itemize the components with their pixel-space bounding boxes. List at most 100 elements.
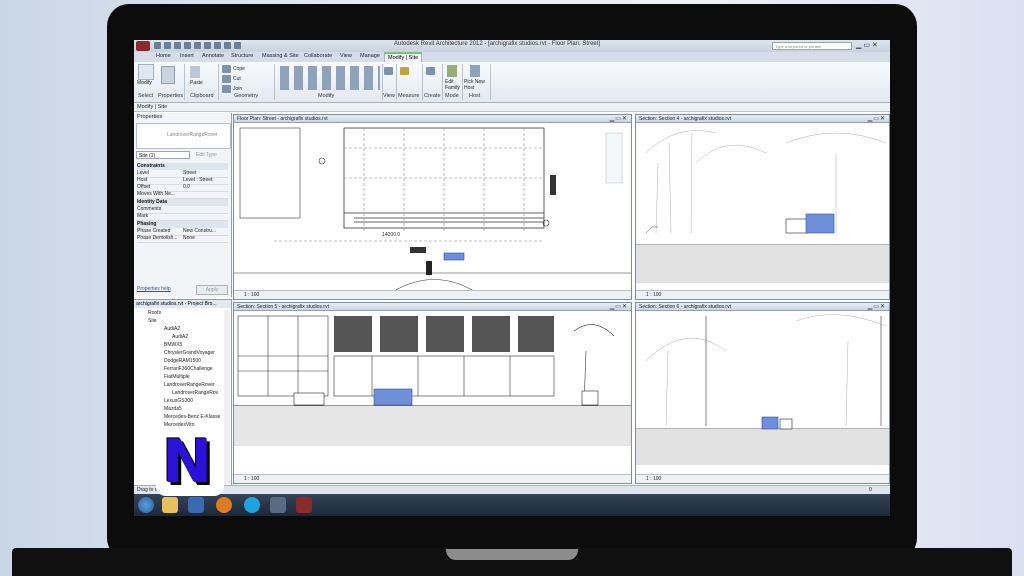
file-explorer-icon[interactable] (162, 497, 178, 513)
modify-tools-icons[interactable] (280, 66, 380, 90)
tab-home[interactable]: Home (156, 53, 171, 59)
save-icon[interactable] (164, 42, 171, 49)
edit-family-button[interactable]: Edit Family (445, 79, 461, 91)
edit-type-button[interactable]: Edit Type (196, 152, 217, 158)
panel-geometry: Geometry (234, 93, 259, 99)
list-item[interactable]: Mazda5 (164, 406, 182, 412)
measure-icon[interactable] (204, 42, 211, 49)
channel-logo-letter: N (162, 427, 213, 497)
list-item[interactable]: FerrariF360Challenge (164, 366, 213, 372)
list-item[interactable]: ChryslerGrandVoyager (164, 350, 215, 356)
join-button[interactable]: Join (233, 86, 242, 92)
group-identity-data[interactable]: Identity Data (137, 199, 228, 206)
cut-button[interactable]: Cut (233, 76, 241, 82)
view-icon[interactable] (384, 67, 393, 75)
panel-select: Select (138, 93, 154, 99)
join-icon[interactable] (222, 85, 231, 93)
list-item[interactable]: Roofs (148, 310, 161, 316)
tab-view[interactable]: View (340, 53, 352, 59)
modify-cursor-icon[interactable] (138, 64, 154, 80)
list-item[interactable]: AudiA2 (172, 334, 188, 340)
cope-button[interactable]: Cope (233, 66, 245, 72)
undo-icon[interactable] (174, 42, 181, 49)
prop-row[interactable]: Moves With Ne... (137, 191, 228, 199)
prop-row[interactable]: Mark (137, 213, 228, 221)
media-player-icon[interactable] (188, 497, 204, 513)
view-window-controls[interactable]: ▁▭✕ (868, 115, 886, 122)
list-item[interactable]: FiatMultiple (164, 374, 190, 380)
view-scale[interactable]: 1 : 100 (244, 292, 259, 298)
view-control-bar[interactable]: 1 : 100 (234, 290, 631, 299)
apply-button[interactable]: Apply (196, 285, 228, 295)
view-section-4[interactable]: Section: Section 4 - archigrafix studios… (635, 114, 890, 300)
browser-scrollbar[interactable] (224, 310, 230, 484)
tab-annotate[interactable]: Annotate (202, 53, 224, 59)
cope-icon[interactable] (222, 65, 231, 73)
list-item[interactable]: DodgeRAM1500 (164, 358, 201, 364)
properties-help-link[interactable]: Properties help (137, 286, 171, 292)
list-item[interactable]: LexusGS300 (164, 398, 193, 404)
view-control-bar[interactable]: 1 : 100 (234, 474, 631, 483)
tab-massing-site[interactable]: Massing & Site (262, 53, 299, 59)
modify-button[interactable]: Modify (137, 80, 152, 86)
instance-selector[interactable]: Site (1) (136, 151, 190, 159)
skype-icon[interactable] (244, 497, 260, 513)
firefox-icon[interactable] (216, 497, 232, 513)
list-item[interactable]: AudiA2 (164, 326, 180, 332)
panel-modify: Modify (318, 93, 335, 99)
view-section-6[interactable]: Section: Section 6 - archigrafix studios… (635, 302, 890, 484)
prop-row[interactable]: Phase Demolish... None (137, 235, 228, 243)
edit-family-icon[interactable] (447, 65, 457, 77)
start-button-icon[interactable] (138, 497, 154, 513)
paste-button[interactable]: Paste (190, 80, 203, 86)
window-controls[interactable]: ▁▭✕ (856, 41, 880, 49)
measure-tool-icon[interactable] (400, 67, 409, 75)
view-window-controls[interactable]: ▁▭✕ (868, 303, 886, 310)
view-scale[interactable]: 1 : 100 (244, 476, 259, 482)
list-item[interactable]: Site (148, 318, 157, 324)
divider (396, 64, 397, 100)
tab-insert[interactable]: Insert (180, 53, 194, 59)
3d-view-icon[interactable] (224, 42, 231, 49)
pick-new-host-icon[interactable] (470, 65, 480, 77)
type-selector[interactable]: LandroverRangeRover (136, 123, 231, 149)
taskbar (134, 494, 890, 516)
window-title: Autodesk Revit Architecture 2012 - [arch… (394, 41, 601, 47)
view-window-controls[interactable]: ▁▭✕ (610, 303, 628, 310)
list-item[interactable]: BMWX5 (164, 342, 182, 348)
section-icon[interactable] (234, 42, 241, 49)
list-item[interactable]: LandroverRangeRover (164, 382, 215, 388)
divider (184, 64, 185, 100)
view-control-bar[interactable]: 1 : 100 (636, 474, 889, 483)
redo-icon[interactable] (184, 42, 191, 49)
create-icon[interactable] (426, 67, 435, 75)
view-scale[interactable]: 1 : 100 (646, 476, 661, 482)
text-icon[interactable] (214, 42, 221, 49)
revit-icon[interactable] (296, 497, 312, 513)
view-floor-plan[interactable]: Floor Plan: Street - archigrafix studios… (233, 114, 632, 300)
list-item[interactable]: LandroverRangeRov (172, 390, 218, 396)
group-phasing[interactable]: Phasing (137, 221, 228, 228)
tab-manage[interactable]: Manage (360, 53, 380, 59)
list-item[interactable]: Mercedes-Benz E-Klasse (164, 414, 220, 420)
view-section-5[interactable]: Section: Section 5 - archigrafix studios… (233, 302, 632, 484)
view-scale[interactable]: 1 : 100 (646, 292, 661, 298)
view-window-controls[interactable]: ▁▭✕ (610, 115, 628, 122)
search-input[interactable]: Type a keyword or phrase (772, 42, 852, 50)
properties-icon[interactable] (161, 66, 175, 84)
application-menu-button[interactable] (136, 41, 150, 51)
tab-structure[interactable]: Structure (231, 53, 253, 59)
panel-mode: Mode (445, 93, 459, 99)
cut-icon[interactable] (222, 75, 231, 83)
pick-new-host-button[interactable]: Pick New Host (464, 79, 488, 91)
group-constraints[interactable]: Constraints (137, 163, 228, 170)
print-icon[interactable] (194, 42, 201, 49)
photo-viewer-icon[interactable] (270, 497, 286, 513)
dimension-label: 14000.0 (382, 232, 400, 238)
view-title: Section: Section 4 - archigrafix studios… (636, 115, 889, 123)
paste-icon[interactable] (190, 66, 200, 78)
open-icon[interactable] (154, 42, 161, 49)
view-control-bar[interactable]: 1 : 100 (636, 290, 889, 299)
section-4-drawing (636, 130, 889, 283)
tab-collaborate[interactable]: Collaborate (304, 53, 332, 59)
